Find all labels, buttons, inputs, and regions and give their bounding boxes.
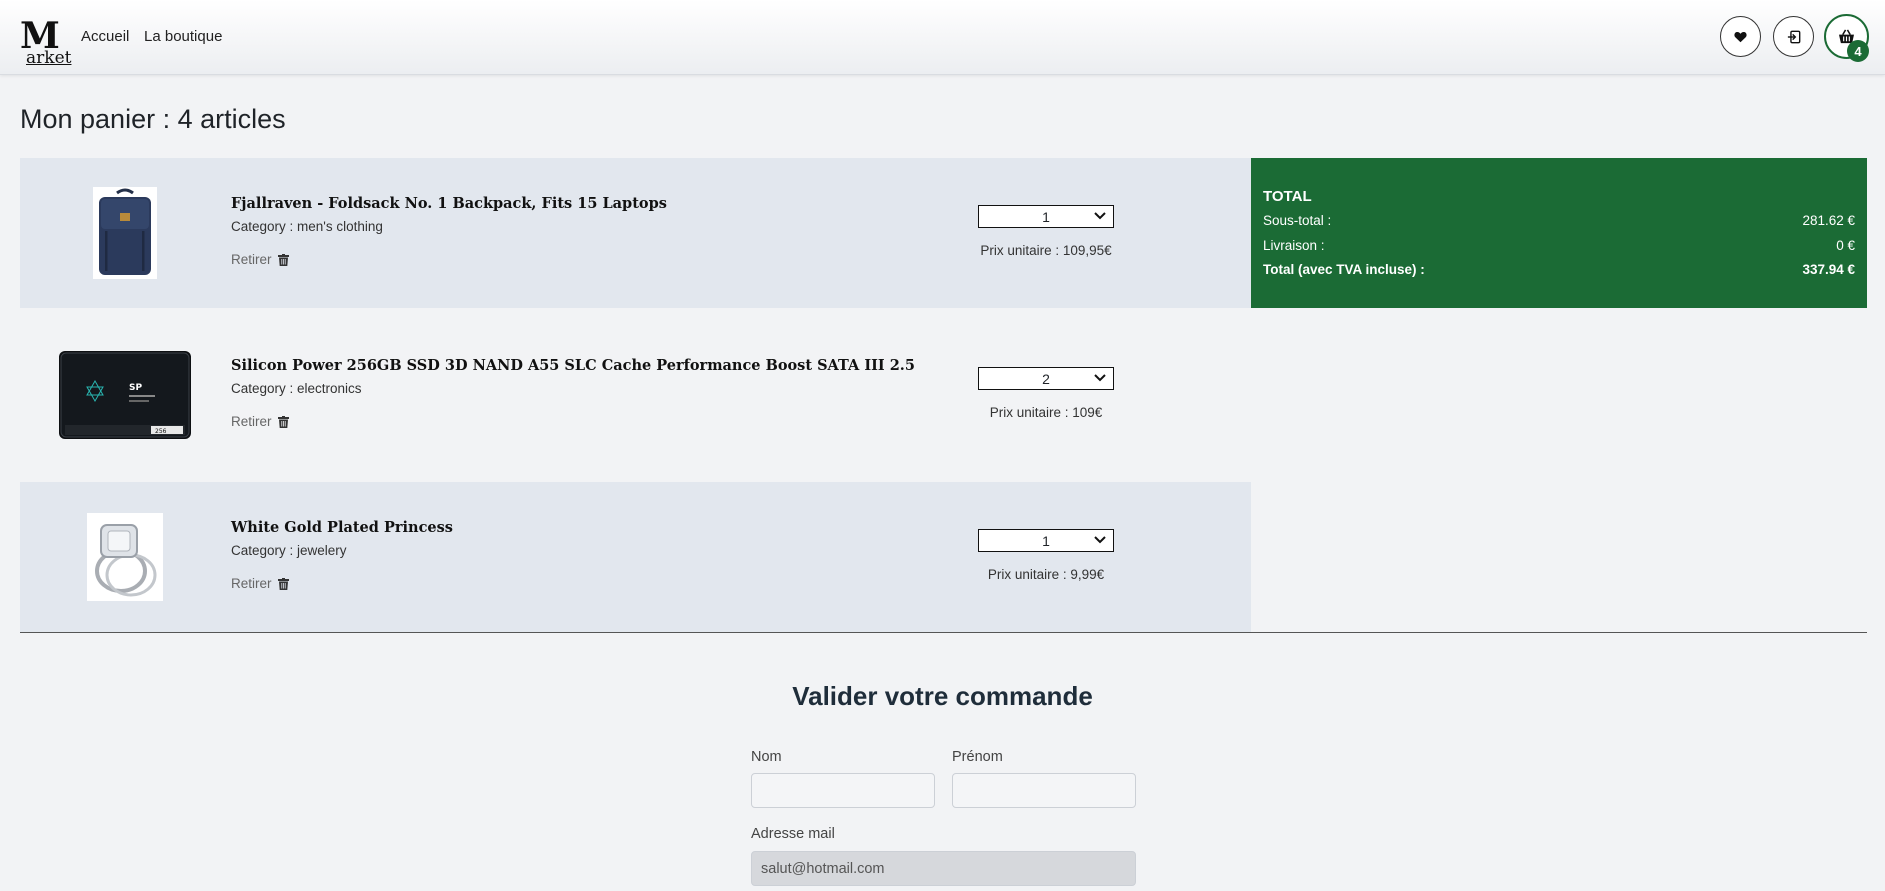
cart-item-row: SP 256 Silicon Power 256GB SSD 3D NAND A… <box>20 320 1251 470</box>
shipping-line: Livraison : 0 € <box>1263 238 1855 253</box>
unit-price: Prix unitaire : 109,95€ <box>980 243 1112 258</box>
checkout-title: Valider votre commande <box>792 681 1093 711</box>
product-name[interactable]: White Gold Plated Princess <box>231 519 453 536</box>
quantity-value: 1 <box>1042 532 1050 549</box>
chevron-down-icon <box>1094 536 1106 544</box>
subtotal-value: 281.62 € <box>1802 213 1855 228</box>
ring-image <box>87 513 163 601</box>
backpack-image <box>93 187 157 279</box>
product-category: Category : electronics <box>231 381 362 396</box>
quantity-select[interactable]: 1 <box>978 529 1114 552</box>
product-image[interactable]: SP 256 <box>20 320 230 470</box>
subtotal-label: Sous-total : <box>1263 213 1332 228</box>
remove-label: Retirer <box>231 252 272 267</box>
quantity-select[interactable]: 1 <box>978 205 1114 228</box>
unit-price: Prix unitaire : 109€ <box>989 405 1103 420</box>
page-title: Mon panier : 4 articles <box>20 104 286 134</box>
remove-item-button[interactable]: Retirer <box>231 414 289 429</box>
nom-field[interactable] <box>751 773 935 808</box>
top-navbar: M arket Accueil La boutique <box>0 0 1885 75</box>
prenom-field[interactable] <box>952 773 1136 808</box>
order-summary-panel: TOTAL Sous-total : 281.62 € Livraison : … <box>1251 158 1867 308</box>
chevron-down-icon <box>1094 374 1106 382</box>
cart-count-badge: 4 <box>1847 40 1869 62</box>
grand-total-value: 337.94 € <box>1802 262 1855 277</box>
sign-in-icon <box>1787 30 1800 43</box>
shipping-label: Livraison : <box>1263 238 1325 253</box>
remove-item-button[interactable]: Retirer <box>231 252 289 267</box>
heart-icon <box>1734 31 1747 42</box>
product-category: Category : men's clothing <box>231 219 383 234</box>
nav-link-accueil[interactable]: Accueil <box>81 28 129 45</box>
nav-link-boutique[interactable]: La boutique <box>144 28 222 45</box>
grand-total-line: Total (avec TVA incluse) : 337.94 € <box>1263 262 1855 277</box>
email-label: Adresse mail <box>751 826 835 842</box>
svg-text:SP: SP <box>129 383 142 393</box>
chevron-down-icon <box>1094 212 1106 220</box>
product-name[interactable]: Fjallraven - Foldsack No. 1 Backpack, Fi… <box>231 195 667 212</box>
quantity-select[interactable]: 2 <box>978 367 1114 390</box>
prenom-label: Prénom <box>952 749 1003 765</box>
section-divider <box>20 632 1867 633</box>
wishlist-button[interactable] <box>1720 16 1761 57</box>
cart-item-row: White Gold Plated Princess Category : je… <box>20 482 1251 632</box>
unit-price: Prix unitaire : 9,99€ <box>987 567 1105 582</box>
site-logo[interactable]: M arket <box>20 16 76 68</box>
remove-item-button[interactable]: Retirer <box>231 576 289 591</box>
subtotal-line: Sous-total : 281.62 € <box>1263 213 1855 228</box>
trash-icon <box>277 415 289 428</box>
email-field[interactable]: salut@hotmail.com <box>751 851 1136 886</box>
remove-label: Retirer <box>231 414 272 429</box>
product-category: Category : jewelery <box>231 543 347 558</box>
product-name[interactable]: Silicon Power 256GB SSD 3D NAND A55 SLC … <box>231 357 915 374</box>
svg-text:256: 256 <box>155 428 167 435</box>
grand-total-label: Total (avec TVA incluse) : <box>1263 262 1425 277</box>
product-image[interactable] <box>20 482 230 632</box>
shipping-value: 0 € <box>1836 238 1855 253</box>
logo-text: arket <box>26 48 72 68</box>
remove-label: Retirer <box>231 576 272 591</box>
nom-label: Nom <box>751 749 782 765</box>
product-image[interactable] <box>20 158 230 308</box>
login-button[interactable] <box>1773 16 1814 57</box>
trash-icon <box>277 253 289 266</box>
trash-icon <box>277 577 289 590</box>
summary-title: TOTAL <box>1263 188 1312 205</box>
quantity-value: 2 <box>1042 370 1050 387</box>
cart-item-row: Fjallraven - Foldsack No. 1 Backpack, Fi… <box>20 158 1251 308</box>
ssd-image: SP 256 <box>59 351 191 439</box>
quantity-value: 1 <box>1042 208 1050 225</box>
